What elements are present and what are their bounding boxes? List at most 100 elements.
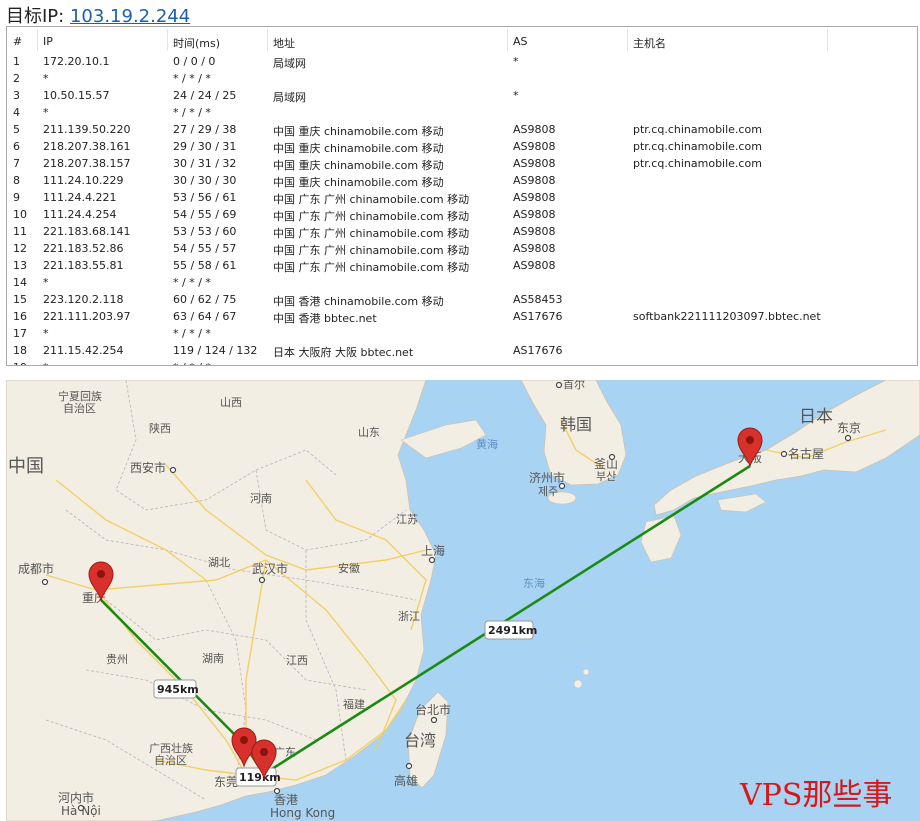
col-header-time[interactable]: 时间(ms) <box>173 35 220 51</box>
cell-ip: 221.183.68.141 <box>43 225 131 238</box>
cell-addr: 中国 广东 广州 chinamobile.com 移动 <box>273 210 470 223</box>
table-row[interactable]: 18 211.15.42.254 119 / 124 / 132 日本 大阪府 大阪 … <box>7 342 917 359</box>
cell-time: * / * / * <box>173 276 211 289</box>
table-row[interactable]: 14 * * / * / * <box>7 274 917 291</box>
table-row[interactable]: 16 221.111.203.97 63 / 64 / 67 中国 香港 bbtec.… <box>7 308 917 325</box>
table-row[interactable]: 3 10.50.15.57 24 / 24 / 25 局域网 * <box>7 87 917 104</box>
table-row[interactable]: 17 * * / * / * <box>7 325 917 342</box>
table-row[interactable]: 6 218.207.38.161 29 / 30 / 31 中国 重庆 chinamo… <box>7 138 917 155</box>
distance-label-1: 945km <box>157 683 199 696</box>
cell-addr: 中国 重庆 chinamobile.com 移动 <box>273 142 444 155</box>
cell-as: AS58453 <box>513 293 563 306</box>
cell-num: 19 <box>13 361 27 365</box>
map-label-china: 中国 <box>8 456 44 477</box>
map-label-dongguan: 东莞 <box>214 775 238 789</box>
cell-ip: 218.207.38.157 <box>43 157 131 170</box>
col-header-num[interactable]: # <box>13 35 22 48</box>
map-label-shanxi: 山西 <box>220 396 242 409</box>
map-label-japan: 日本 <box>799 407 833 427</box>
col-header-hostname[interactable]: 主机名 <box>633 35 666 51</box>
cell-time: 119 / 124 / 132 <box>173 344 258 357</box>
table-row[interactable]: 7 218.207.38.157 30 / 31 / 32 中国 重庆 chinamo… <box>7 155 917 172</box>
cell-ip: 211.139.50.220 <box>43 123 131 136</box>
col-header-address[interactable]: 地址 <box>273 35 295 51</box>
cell-ip: 111.24.10.229 <box>43 174 124 187</box>
cell-host: ptr.cq.chinamobile.com <box>633 140 762 153</box>
cell-as: AS9808 <box>513 208 556 221</box>
map-label-hongkong-en: Hong Kong <box>270 806 335 820</box>
cell-host: ptr.cq.chinamobile.com <box>633 157 762 170</box>
cell-ip: 172.20.10.1 <box>43 55 110 68</box>
cell-time: 0 / 0 / 0 <box>173 55 216 68</box>
cell-addr: 中国 重庆 chinamobile.com 移动 <box>273 125 444 138</box>
cell-num: 12 <box>13 242 27 255</box>
cell-as: * <box>513 89 519 102</box>
distance-label-3: 2491km <box>488 624 537 637</box>
cell-addr: 中国 香港 chinamobile.com 移动 <box>273 295 444 308</box>
cell-addr: 中国 重庆 chinamobile.com 移动 <box>273 176 444 189</box>
table-row[interactable]: 15 223.120.2.118 60 / 62 / 75 中国 香港 chinamo… <box>7 291 917 308</box>
table-row[interactable]: 5 211.139.50.220 27 / 29 / 38 中国 重庆 chinamo… <box>7 121 917 138</box>
cell-time: 54 / 55 / 69 <box>173 208 237 221</box>
cell-time: 53 / 53 / 60 <box>173 225 237 238</box>
cell-addr: 局域网 <box>273 57 306 70</box>
table-row[interactable]: 9 111.24.4.221 53 / 56 / 61 中国 广东 广州 chinam… <box>7 189 917 206</box>
map-label-guizhou: 贵州 <box>106 653 128 666</box>
cell-num: 4 <box>13 106 20 119</box>
cell-time: 63 / 64 / 67 <box>173 310 237 323</box>
cell-time: 30 / 31 / 32 <box>173 157 237 170</box>
cell-ip: 221.183.52.86 <box>43 242 124 255</box>
table-row[interactable]: 8 111.24.10.229 30 / 30 / 30 中国 重庆 chinamob… <box>7 172 917 189</box>
table-row[interactable]: 10 111.24.4.254 54 / 55 / 69 中国 广东 广州 china… <box>7 206 917 223</box>
cell-as: AS9808 <box>513 123 556 136</box>
map-label-kaohsiung: 高雄 <box>394 773 418 788</box>
cell-as: AS17676 <box>513 344 563 357</box>
cell-time: * / * / * <box>173 361 211 365</box>
col-header-ip[interactable]: IP <box>43 35 53 48</box>
table-row[interactable]: 12 221.183.52.86 54 / 55 / 57 中国 广东 广州 chin… <box>7 240 917 257</box>
cell-addr: 局域网 <box>273 91 306 104</box>
distance-label-2: 119km <box>239 771 281 784</box>
cell-time: * / * / * <box>173 72 211 85</box>
cell-host: ptr.cq.chinamobile.com <box>633 123 762 136</box>
cell-ip: 111.24.4.254 <box>43 208 117 221</box>
cell-num: 2 <box>13 72 20 85</box>
cell-time: * / * / * <box>173 327 211 340</box>
table-row[interactable]: 2 * * / * / * <box>7 70 917 87</box>
target-label-text: 目标IP: <box>6 6 65 27</box>
cell-time: 54 / 55 / 57 <box>173 242 237 255</box>
target-ip-link[interactable]: 103.19.2.244 <box>70 6 190 27</box>
cell-as: AS9808 <box>513 157 556 170</box>
route-map[interactable]: 宁夏回族 自治区 陕西 山西 山东 中国 西安市 河南 江苏 上海 成都市 湖北… <box>6 380 920 821</box>
cell-num: 11 <box>13 225 27 238</box>
cell-as: AS9808 <box>513 225 556 238</box>
cell-ip: * <box>43 327 49 340</box>
target-header: 目标IP: 103.19.2.244 <box>0 0 920 27</box>
cell-ip: * <box>43 106 49 119</box>
map-label-seoul: 首尔 <box>563 380 585 391</box>
cell-addr: 日本 大阪府 大阪 bbtec.net <box>273 346 414 359</box>
map-label-jiangxi: 江西 <box>286 654 308 667</box>
map-label-ningxia: 宁夏回族 <box>58 389 102 403</box>
cell-addr: 中国 重庆 chinamobile.com 移动 <box>273 159 444 172</box>
table-row[interactable]: 13 221.183.55.81 55 / 58 / 61 中国 广东 广州 chin… <box>7 257 917 274</box>
cell-as: AS9808 <box>513 242 556 255</box>
cell-ip: 221.111.203.97 <box>43 310 131 323</box>
table-row[interactable]: 19 * * / * / * <box>7 359 917 365</box>
cell-num: 3 <box>13 89 20 102</box>
table-row[interactable]: 1 172.20.10.1 0 / 0 / 0 局域网 * <box>7 53 917 70</box>
cell-as: AS17676 <box>513 310 563 323</box>
table-row[interactable]: 11 221.183.68.141 53 / 53 / 60 中国 广东 广州 chi… <box>7 223 917 240</box>
cell-ip: * <box>43 72 49 85</box>
traceroute-table[interactable]: # IP 时间(ms) 地址 AS 主机名 1 172.20.10.1 0 / 0 … <box>6 26 918 366</box>
cell-num: 18 <box>13 344 27 357</box>
map-label-fujian: 福建 <box>343 697 365 711</box>
col-header-as[interactable]: AS <box>513 35 528 48</box>
cell-time: 55 / 58 / 61 <box>173 259 237 272</box>
map-label-xian: 西安市 <box>130 460 166 475</box>
cell-addr: 中国 广东 广州 chinamobile.com 移动 <box>273 193 470 206</box>
map-label-busan2: 부산 <box>596 470 616 483</box>
map-label-jiangsu: 江苏 <box>396 513 418 526</box>
table-row[interactable]: 4 * * / * / * <box>7 104 917 121</box>
cell-time: 53 / 56 / 61 <box>173 191 237 204</box>
